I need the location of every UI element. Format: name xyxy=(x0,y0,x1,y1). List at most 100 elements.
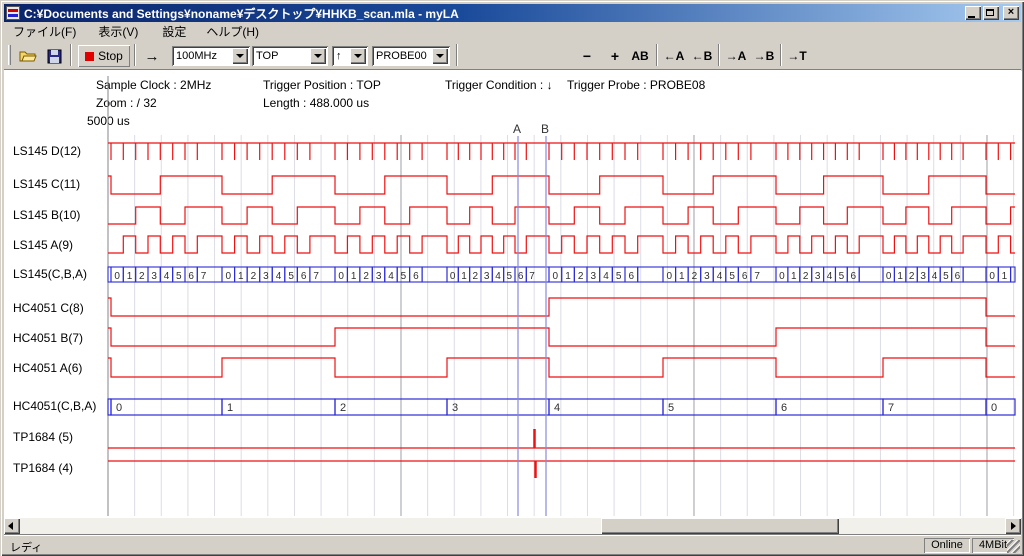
dropdown-arrow-icon[interactable] xyxy=(432,48,448,64)
close-button[interactable]: × xyxy=(1003,6,1019,20)
trigger-probe-combobox[interactable]: PROBE00 xyxy=(372,46,450,66)
bus-value: 4 xyxy=(827,271,833,282)
bus-value: 7 xyxy=(313,271,319,282)
menu-bar: ファイル(F) 表示(V) 設定 ヘルプ(H) xyxy=(4,22,1021,40)
set-cursor-a-button[interactable]: →A xyxy=(724,45,748,67)
horizontal-scrollbar[interactable] xyxy=(4,518,1021,534)
resize-grip[interactable] xyxy=(1007,540,1020,553)
bus-value: 7 xyxy=(888,402,894,414)
bus-value: 6 xyxy=(851,271,857,282)
dropdown-arrow-icon[interactable] xyxy=(350,48,366,64)
maximize-button[interactable] xyxy=(983,6,999,20)
bus-value: 1 xyxy=(565,271,571,282)
menu-settings[interactable]: 設定 xyxy=(155,22,193,41)
bus-box xyxy=(549,399,663,415)
goto-cursor-b-button[interactable]: ←B xyxy=(690,45,714,67)
bus-value: 7 xyxy=(529,271,535,282)
bus-value: 6 xyxy=(413,271,419,282)
toolbar-separator xyxy=(456,44,458,66)
bus-value: 0 xyxy=(338,271,344,282)
bus-box xyxy=(638,267,663,282)
app-icon[interactable] xyxy=(6,6,20,20)
scroll-left-icon xyxy=(8,522,13,530)
sample-clock-combobox[interactable]: 100MHz xyxy=(172,46,250,66)
bus-value: 7 xyxy=(201,271,207,282)
bus-value: 3 xyxy=(920,271,926,282)
scroll-left-button[interactable] xyxy=(4,518,20,534)
channel-trace-0 xyxy=(108,143,1015,160)
status-bar: レディ Online 4MBit xyxy=(4,534,1021,554)
scroll-right-button[interactable] xyxy=(1005,518,1021,534)
bus-value: 3 xyxy=(815,271,821,282)
bus-value: 2 xyxy=(473,271,479,282)
goto-cursor-a-button[interactable]: ←A xyxy=(662,45,686,67)
scroll-right-icon xyxy=(1011,522,1016,530)
bus-value: 4 xyxy=(932,271,938,282)
close-icon: × xyxy=(1003,6,1019,20)
bus-value: 0 xyxy=(989,271,995,282)
bus-box xyxy=(422,267,447,282)
bus-value: 5 xyxy=(401,271,407,282)
menu-help[interactable]: ヘルプ(H) xyxy=(199,22,266,41)
bus-value: 3 xyxy=(484,271,490,282)
bus-value: 1 xyxy=(679,271,685,282)
set-cursor-b-button[interactable]: →B xyxy=(752,45,776,67)
stop-button[interactable]: Stop xyxy=(78,45,130,67)
bus-value: 6 xyxy=(629,271,635,282)
bus-value: 0 xyxy=(886,271,892,282)
channel-trace-2 xyxy=(108,207,1015,224)
bus-value: 0 xyxy=(667,271,673,282)
goto-trigger-button[interactable]: →T xyxy=(786,45,808,67)
menu-view[interactable]: 表示(V) xyxy=(91,22,145,41)
toolbar: Stop → 100MHz TOP ↑ PROBE00 − + AB ←A ←B… xyxy=(4,40,1021,70)
run-button[interactable]: → xyxy=(140,45,164,67)
bus-value: 6 xyxy=(781,402,787,414)
bus-value: 0 xyxy=(991,402,997,414)
bus-value: 4 xyxy=(554,402,560,414)
bus-value: 1 xyxy=(1002,271,1008,282)
open-folder-icon xyxy=(19,49,37,63)
menu-file[interactable]: ファイル(F) xyxy=(6,22,83,41)
channel-trace-6 xyxy=(108,328,1015,346)
trigger-probe-value: PROBE00 xyxy=(376,50,427,62)
minimize-button[interactable] xyxy=(965,6,981,20)
bus-value: 5 xyxy=(839,271,845,282)
trigger-position-combobox[interactable]: TOP xyxy=(252,46,328,66)
bus-value: 2 xyxy=(692,271,698,282)
bus-value: 4 xyxy=(495,271,501,282)
bus-box xyxy=(859,267,883,282)
bus-value: 2 xyxy=(803,271,809,282)
bus-value: 2 xyxy=(139,271,145,282)
dropdown-arrow-icon[interactable] xyxy=(232,48,248,64)
bus-box xyxy=(111,399,222,415)
channel-trace-3 xyxy=(108,236,1015,253)
toolbar-separator xyxy=(656,44,658,66)
stop-label: Stop xyxy=(98,49,123,63)
bus-value: 2 xyxy=(909,271,915,282)
scrollbar-thumb[interactable] xyxy=(601,518,839,534)
maximize-icon xyxy=(986,9,994,16)
app-window: C:¥Documents and Settings¥noname¥デスクトップ¥… xyxy=(0,0,1024,556)
bus-box xyxy=(776,399,883,415)
bus-value: 0 xyxy=(226,271,232,282)
bus-value: 0 xyxy=(114,271,120,282)
title-bar[interactable]: C:¥Documents and Settings¥noname¥デスクトップ¥… xyxy=(4,4,1021,22)
zoom-in-button[interactable]: + xyxy=(606,45,624,67)
ab-span-button[interactable]: AB xyxy=(628,45,652,67)
bus-value: 5 xyxy=(616,271,622,282)
trigger-edge-combobox[interactable]: ↑ xyxy=(332,46,368,66)
bus-value: 3 xyxy=(263,271,269,282)
waveform-plot[interactable]: 0123456701234567012345601234567012345601… xyxy=(4,71,1022,518)
dropdown-arrow-icon[interactable] xyxy=(310,48,326,64)
save-button[interactable] xyxy=(42,45,66,67)
zoom-out-button[interactable]: − xyxy=(578,45,596,67)
waveform-client-area[interactable]: Sample Clock : 2MHz Trigger Position : T… xyxy=(4,71,1022,518)
bus-value: 1 xyxy=(227,402,233,414)
sample-clock-value: 100MHz xyxy=(176,50,217,62)
open-button[interactable] xyxy=(16,45,40,67)
channel-trace-7 xyxy=(108,358,1015,377)
bus-value: 1 xyxy=(351,271,357,282)
bus-value: 4 xyxy=(603,271,609,282)
bus-box xyxy=(1011,267,1015,282)
bus-value: 1 xyxy=(461,271,467,282)
